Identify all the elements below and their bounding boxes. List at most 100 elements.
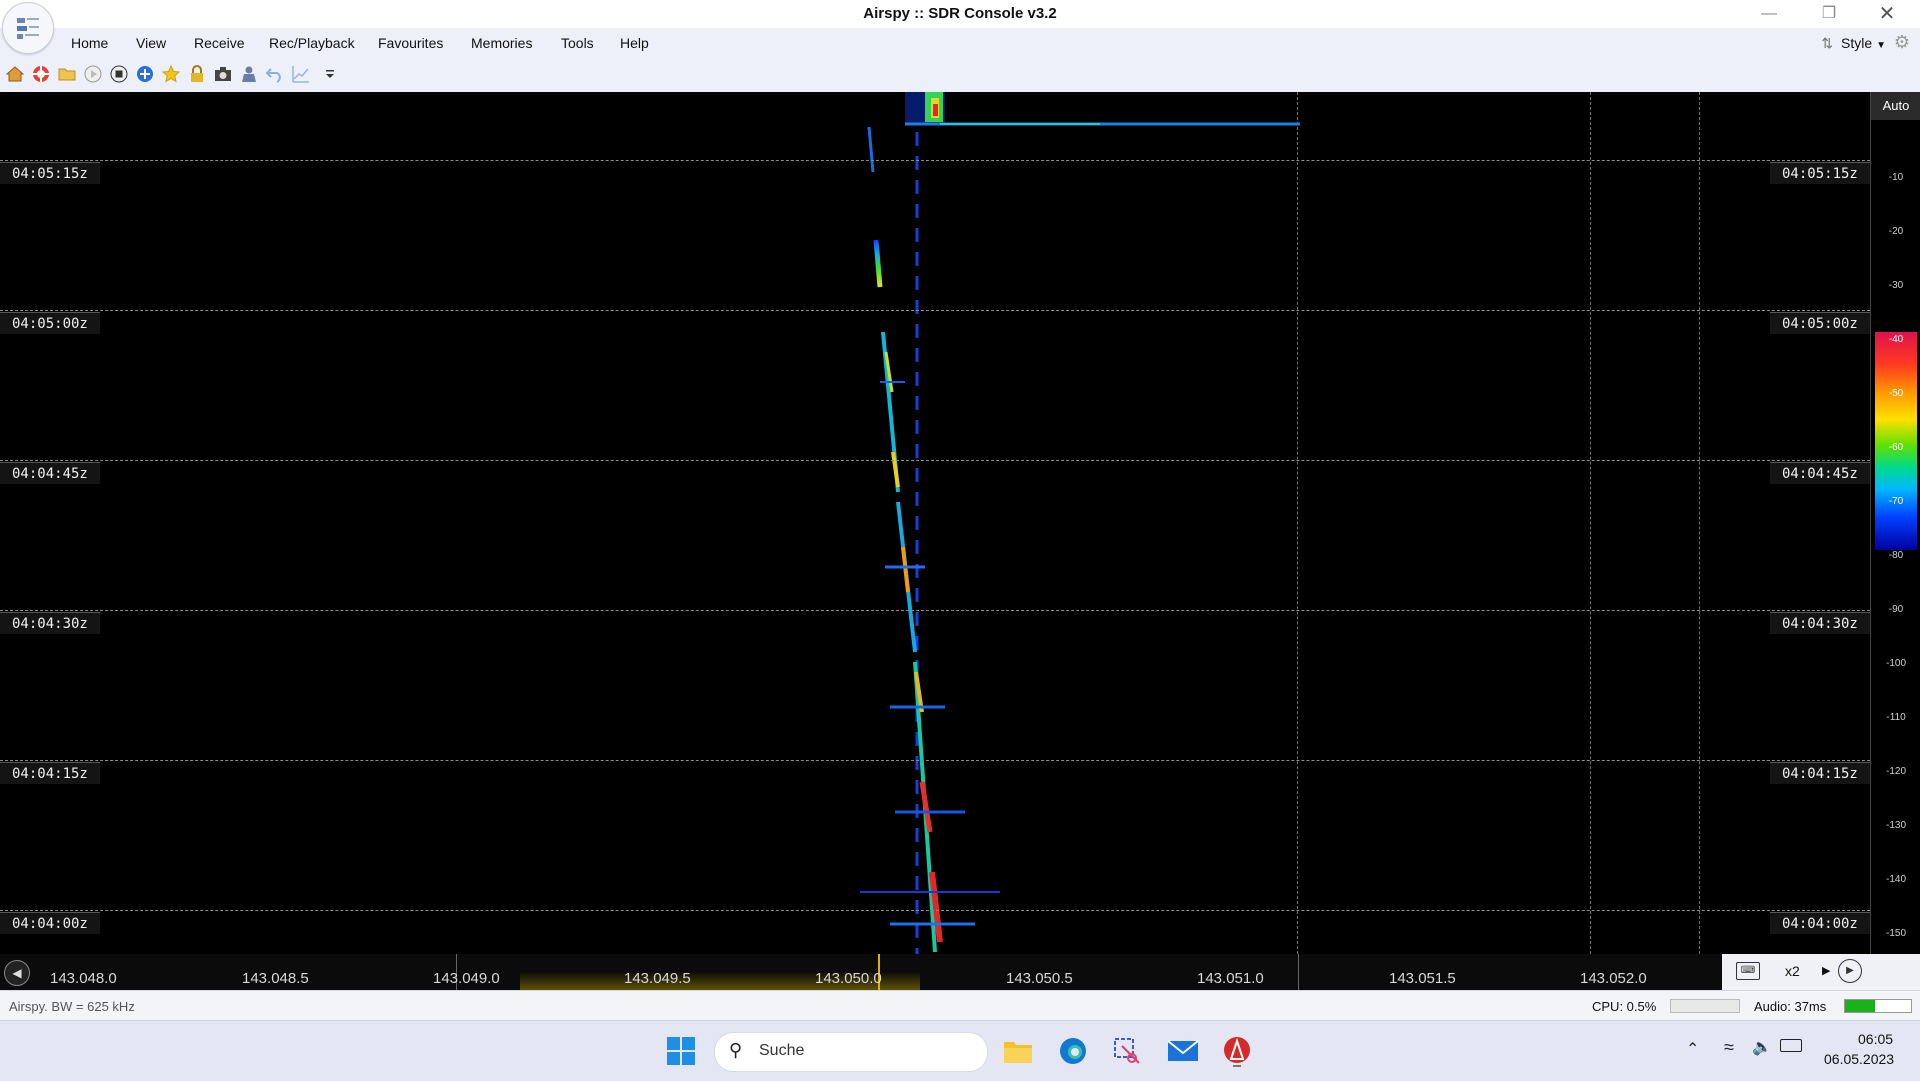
time-label-right: 04:04:30z — [1770, 612, 1870, 634]
speaker-muted-icon[interactable]: 🔈 — [1752, 1037, 1772, 1057]
scroll-left-button[interactable]: ◀ — [4, 960, 30, 986]
db-tick: -30 — [1888, 280, 1904, 291]
auto-scale-button[interactable]: Auto — [1871, 92, 1920, 120]
clock-date[interactable]: 06.05.2023 — [1824, 1051, 1894, 1067]
add-icon[interactable] — [135, 64, 155, 84]
db-tick: -50 — [1888, 388, 1904, 399]
db-tick: -120 — [1885, 766, 1906, 777]
menu-home[interactable]: Home — [71, 35, 108, 51]
time-label-right: 04:05:00z — [1770, 312, 1870, 334]
time-label-right: 04:04:15z — [1770, 762, 1870, 784]
frequency-label: 143.048.5 — [242, 970, 309, 987]
frequency-gridline — [1699, 92, 1700, 954]
keyboard-icon[interactable]: ⌨ — [1736, 962, 1760, 980]
menu-view[interactable]: View — [136, 35, 166, 51]
zoom-arrow-icon[interactable]: ▶ — [1822, 964, 1830, 977]
menu-rec-playback[interactable]: Rec/Playback — [269, 35, 355, 51]
wifi-icon[interactable]: ≈ — [1724, 1037, 1734, 1058]
audio-meter — [1844, 999, 1912, 1013]
db-tick: -150 — [1885, 928, 1906, 939]
scroll-right-button[interactable]: ▶ — [1838, 959, 1862, 983]
menu-help[interactable]: Help — [620, 35, 649, 51]
frequency-label: 143.049.5 — [624, 970, 691, 987]
db-tick: -110 — [1886, 712, 1906, 723]
snipping-tool-icon[interactable] — [1112, 1036, 1142, 1066]
restore-button[interactable]: ❐ — [1806, 2, 1852, 26]
time-label-left: 04:04:00z — [0, 912, 100, 934]
play-icon[interactable] — [83, 64, 103, 84]
device-status: Airspy. BW = 625 kHz — [9, 999, 135, 1014]
time-label-left: 04:04:30z — [0, 612, 100, 634]
frequency-label: 143.051.0 — [1197, 970, 1264, 987]
freqbar-controls: ⌨ x2 ▶ ▶ — [1722, 954, 1920, 990]
time-label-right: 04:05:15z — [1770, 162, 1870, 184]
edge-browser-icon[interactable] — [1058, 1036, 1088, 1066]
frequency-label: 143.050.5 — [1006, 970, 1073, 987]
chevron-down-icon: ▼ — [1876, 40, 1886, 51]
camera-icon[interactable] — [213, 64, 233, 84]
file-explorer-icon[interactable] — [1002, 1036, 1034, 1066]
time-label-right: 04:04:45z — [1770, 462, 1870, 484]
style-label: Style — [1841, 35, 1873, 51]
dropdown-arrow-icon[interactable] — [320, 64, 340, 84]
menu-memories[interactable]: Memories — [471, 35, 532, 51]
stop-icon[interactable] — [109, 64, 129, 84]
gear-icon[interactable]: ⚙ — [1894, 32, 1910, 52]
audio-status: Audio: 37ms — [1754, 999, 1827, 1014]
search-placeholder: Suche — [759, 1042, 805, 1059]
minimize-button[interactable]: — — [1746, 2, 1792, 26]
chart-icon[interactable] — [291, 64, 311, 84]
menu-favourites[interactable]: Favourites — [378, 35, 443, 51]
frequency-label: 143.051.5 — [1389, 970, 1456, 987]
mail-icon[interactable] — [1167, 1038, 1199, 1064]
frequency-gridline — [1590, 92, 1591, 954]
windows-taskbar: ⚲ Suche ⌃ ≈ 🔈 06:05 06.05.2023 — [0, 1020, 1920, 1081]
db-tick: -60 — [1888, 442, 1904, 453]
sdr-console-icon[interactable] — [1222, 1035, 1252, 1067]
title-bar: Airspy :: SDR Console v3.2 — ❐ ✕ — [0, 0, 1920, 28]
taskbar-search[interactable]: ⚲ Suche — [714, 1032, 988, 1072]
undo-icon[interactable] — [265, 64, 285, 84]
db-tick: -140 — [1885, 874, 1906, 885]
favourite-star-icon[interactable] — [161, 64, 181, 84]
window-title: Airspy :: SDR Console v3.2 — [863, 5, 1057, 22]
menu-tools[interactable]: Tools — [561, 35, 594, 51]
style-menu[interactable]: ⇅ Style ▼ ⚙ — [1821, 32, 1910, 53]
user-icon[interactable] — [239, 64, 259, 84]
cpu-meter — [1670, 999, 1740, 1013]
colour-gradient-bar[interactable] — [1875, 332, 1917, 550]
time-label-left: 04:05:15z — [0, 162, 100, 184]
folder-icon[interactable] — [57, 64, 77, 84]
range-marker — [1298, 954, 1299, 990]
zoom-level[interactable]: x2 — [1785, 963, 1800, 979]
search-icon: ⚲ — [729, 1040, 743, 1060]
db-tick: -70 — [1888, 496, 1904, 507]
frequency-label: 143.052.0 — [1580, 970, 1647, 987]
app-menu-button[interactable] — [2, 2, 54, 54]
clock-time[interactable]: 06:05 — [1858, 1031, 1893, 1047]
db-scale: Auto -10 -20 -30 -40 -50 -60 -70 -80 -90… — [1870, 92, 1920, 954]
frequency-label: 143.049.0 — [433, 970, 500, 987]
db-tick: -100 — [1885, 658, 1906, 669]
home-icon[interactable] — [5, 64, 25, 84]
windows-start-icon[interactable] — [666, 1036, 696, 1066]
status-bar: Airspy. BW = 625 kHz CPU: 0.5% Audio: 37… — [0, 990, 1920, 1021]
db-tick: -40 — [1888, 334, 1904, 345]
lifebuoy-icon[interactable] — [31, 64, 51, 84]
time-label-right: 04:04:00z — [1770, 912, 1870, 934]
style-scroll-icon: ⇅ — [1821, 35, 1834, 51]
menu-receive[interactable]: Receive — [194, 35, 245, 51]
app-logo-icon — [17, 18, 39, 39]
tray-overflow-icon[interactable]: ⌃ — [1686, 1039, 1699, 1059]
cpu-status: CPU: 0.5% — [1592, 999, 1657, 1014]
db-tick: -80 — [1888, 550, 1904, 561]
lock-icon[interactable] — [187, 64, 207, 84]
db-tick: -20 — [1888, 226, 1904, 237]
menu-bar: Home View Receive Rec/Playback Favourite… — [0, 28, 1920, 58]
db-tick: -90 — [1888, 604, 1904, 615]
waterfall-display[interactable]: 04:05:15z 04:05:00z 04:04:45z 04:04:30z … — [0, 92, 1870, 954]
battery-icon[interactable] — [1780, 1039, 1802, 1052]
frequency-scale[interactable]: ◀ 143.048.0 143.048.5 143.049.0 143.049.… — [0, 954, 1920, 990]
close-button[interactable]: ✕ — [1864, 2, 1910, 26]
db-tick: -10 — [1888, 172, 1904, 183]
